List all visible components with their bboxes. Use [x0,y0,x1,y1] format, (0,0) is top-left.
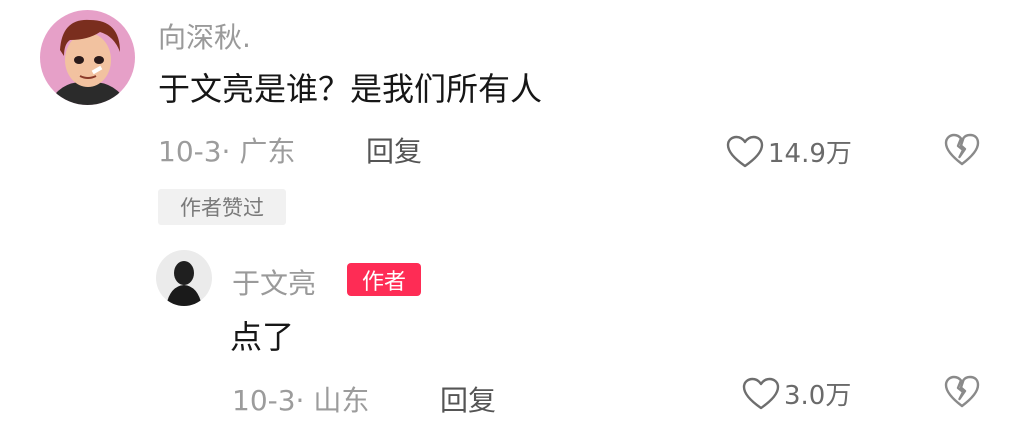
author-username[interactable]: 于文亮 [232,262,316,302]
dislike-button[interactable] [944,133,980,167]
author-avatar[interactable] [156,250,212,306]
reply-text: 点了 [230,318,295,356]
like-count: 14.9万 [768,139,852,169]
comment-meta: 10-3· 广东 [158,135,296,168]
commenter-username[interactable]: 向深秋. [158,16,251,56]
reply-meta: 10-3· 山东 [232,384,370,417]
commenter-avatar[interactable] [40,10,135,105]
reply-button[interactable]: 回复 [366,130,422,170]
reply-reply-button[interactable]: 回复 [440,379,496,419]
like-button[interactable]: 14.9万 [726,133,852,170]
broken-heart-icon [944,375,980,409]
reply-like-button[interactable]: 3.0万 [742,375,851,412]
broken-heart-icon [944,133,980,167]
comment-text: 于文亮是谁？是我们所有人 [158,70,543,108]
heart-icon [742,377,780,411]
author-tag: 作者 [347,263,421,296]
reply-like-count: 3.0万 [784,381,852,411]
heart-icon [726,135,764,169]
silhouette-avatar-icon [156,250,212,306]
reply-dislike-button[interactable] [944,375,980,409]
author-liked-badge: 作者赞过 [158,189,286,225]
cartoon-avatar-icon [40,10,135,105]
